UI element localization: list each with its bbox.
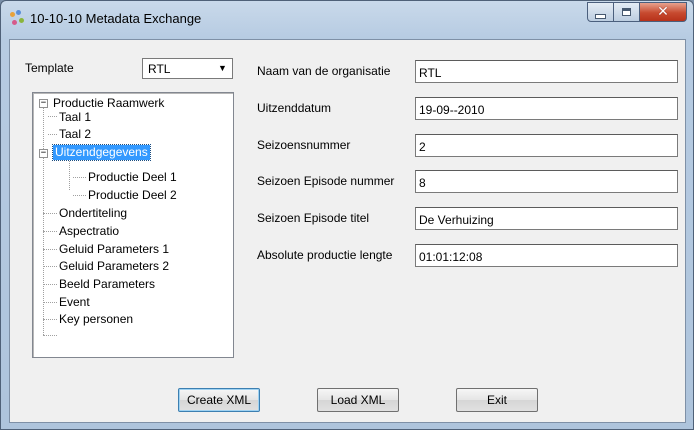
- create-xml-button[interactable]: Create XML: [178, 388, 260, 412]
- chevron-down-icon[interactable]: ▼: [215, 61, 230, 76]
- tree-item[interactable]: Event: [59, 295, 90, 310]
- season-number-field[interactable]: [415, 134, 678, 157]
- tree-item[interactable]: Aspectratio: [59, 224, 119, 239]
- episode-title-input[interactable]: [416, 208, 677, 229]
- section-tree[interactable]: − Productie Raamwerk Taal 1 Taal 2 − Uit…: [32, 92, 234, 358]
- production-length-input[interactable]: [416, 245, 677, 266]
- tree-item[interactable]: Geluid Parameters 2: [59, 259, 169, 274]
- tree-item[interactable]: Taal 2: [59, 127, 91, 142]
- window-title: 10-10-10 Metadata Exchange: [30, 11, 202, 26]
- production-length-field[interactable]: [415, 244, 678, 267]
- tree-item[interactable]: Key personen: [59, 312, 133, 327]
- tree-item[interactable]: Taal 1: [59, 110, 91, 125]
- collapse-root-icon[interactable]: −: [39, 99, 48, 108]
- tree-item[interactable]: Ondertiteling: [59, 206, 127, 221]
- episode-number-label: Seizoen Episode nummer: [257, 174, 395, 188]
- load-xml-button[interactable]: Load XML: [317, 388, 399, 412]
- title-bar[interactable]: 10-10-10 Metadata Exchange ✕: [1, 1, 693, 39]
- close-icon: ✕: [657, 4, 669, 20]
- episode-number-field[interactable]: [415, 170, 678, 193]
- template-label: Template: [25, 61, 74, 75]
- episode-title-field[interactable]: [415, 207, 678, 230]
- broadcast-date-label: Uitzenddatum: [257, 101, 332, 115]
- tree-item[interactable]: Geluid Parameters 1: [59, 242, 169, 257]
- template-value: RTL: [148, 62, 171, 76]
- minimize-icon: [595, 13, 606, 19]
- collapse-uitzend-icon[interactable]: −: [39, 149, 48, 158]
- tree-item[interactable]: Beeld Parameters: [59, 277, 155, 292]
- season-number-input[interactable]: [416, 135, 677, 156]
- app-window: 10-10-10 Metadata Exchange ✕ Template RT…: [0, 0, 694, 430]
- episode-number-input[interactable]: [416, 171, 677, 192]
- broadcast-date-field[interactable]: [415, 97, 678, 120]
- org-name-field[interactable]: [415, 60, 678, 83]
- app-icon: [10, 10, 26, 26]
- tree-item[interactable]: Productie Deel 1: [88, 170, 177, 185]
- season-number-label: Seizoensnummer: [257, 138, 351, 152]
- dialog-client: Template RTL ▼ − Productie Raamwerk Taal…: [9, 39, 686, 423]
- tree-item[interactable]: Productie Deel 2: [88, 188, 177, 203]
- tree-item-selected[interactable]: Uitzendgegevens: [52, 144, 151, 161]
- episode-title-label: Seizoen Episode titel: [257, 211, 370, 225]
- close-button[interactable]: ✕: [640, 2, 687, 22]
- minimize-button[interactable]: [587, 2, 614, 22]
- broadcast-date-input[interactable]: [416, 98, 677, 119]
- org-name-input[interactable]: [416, 61, 677, 82]
- template-select[interactable]: RTL ▼: [142, 58, 233, 79]
- maximize-icon: [622, 8, 631, 16]
- org-name-label: Naam van de organisatie: [257, 64, 391, 78]
- maximize-button[interactable]: [614, 2, 640, 22]
- exit-button[interactable]: Exit: [456, 388, 538, 412]
- tree-root[interactable]: Productie Raamwerk: [53, 96, 164, 111]
- production-length-label: Absolute productie lengte: [257, 248, 393, 262]
